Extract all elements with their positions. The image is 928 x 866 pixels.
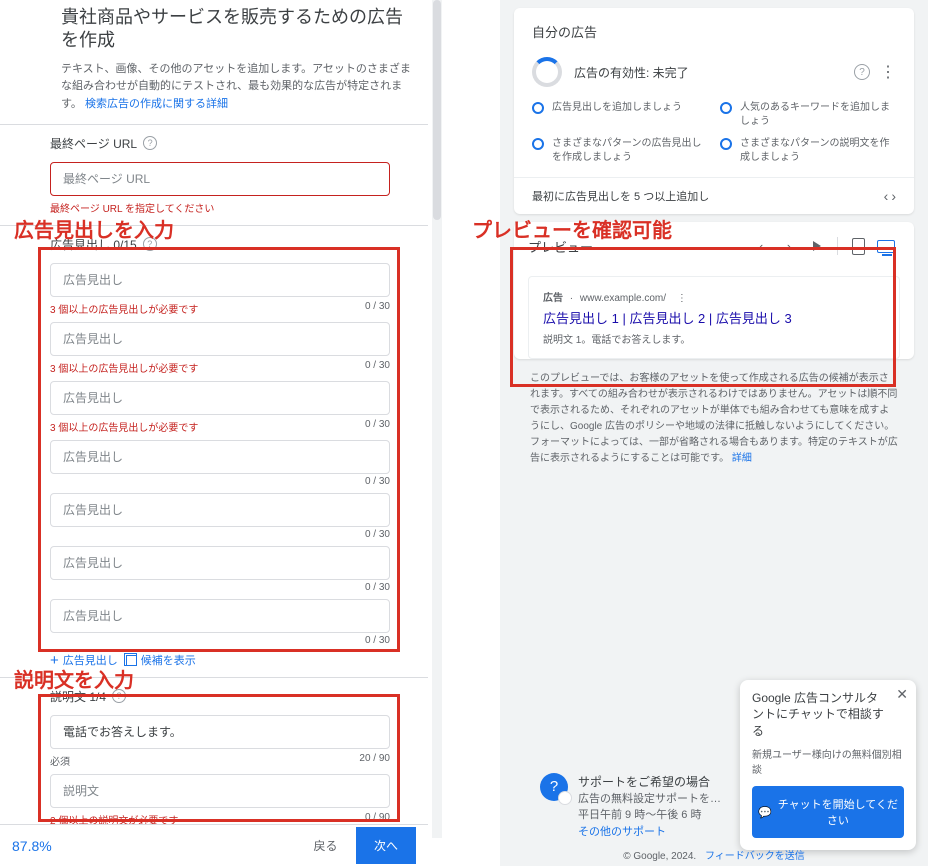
circle-icon xyxy=(532,102,544,114)
ad-strength-row: 広告の有効性: 未完了 ? ⋮ xyxy=(514,51,914,97)
right-panel: 自分の広告 広告の有効性: 未完了 ? ⋮ 広告見出しを追加しましょう 人気のあ… xyxy=(500,0,928,866)
scrollbar-track[interactable] xyxy=(432,0,442,838)
chat-bubble-icon: 💬 xyxy=(758,806,772,819)
more-icon[interactable]: ⋮ xyxy=(880,62,896,82)
final-url-input[interactable] xyxy=(50,162,390,196)
right-footer: © Google, 2024. フィードバックを送信 xyxy=(500,847,928,866)
annotation-box-preview xyxy=(510,247,896,387)
progress-text: 87.8% xyxy=(12,838,52,854)
help-icon[interactable]: ? xyxy=(143,136,157,150)
annotation-box-descriptions xyxy=(38,694,400,822)
circle-icon xyxy=(720,102,732,114)
check-item-2: 人気のあるキーワードを追加しましょう xyxy=(720,101,896,129)
check-item-3: さまざまなパターンの広告見出しを作成しましょう xyxy=(532,137,708,165)
learn-more-link[interactable]: 検索広告の作成に関する詳細 xyxy=(85,98,228,110)
final-url-label: 最終ページ URL xyxy=(50,135,137,152)
chat-badge-icon xyxy=(558,791,572,805)
support-question-icon[interactable]: ? xyxy=(540,773,568,801)
check-text-3: さまざまなパターンの広告見出しを作成しましょう xyxy=(552,137,708,165)
ad-strength-checks: 広告見出しを追加しましょう 人気のあるキーワードを追加しましょう さまざまなパタ… xyxy=(514,97,914,177)
support-block: ? サポートをご希望の場合 広告の無料設定サポートを… 平日午前 9 時〜午後 … xyxy=(540,773,721,841)
suggest-text: 最初に広告見出しを 5 つ以上追加し xyxy=(532,188,709,204)
final-url-label-row: 最終ページ URL ? xyxy=(50,135,412,152)
show-suggestions-button[interactable]: 候補を表示 xyxy=(126,652,196,668)
preview-note: このプレビューでは、お客様のアセットを使って作成される広告の候補が表示されます。… xyxy=(514,371,914,479)
preview-note-link[interactable]: 詳細 xyxy=(732,453,752,464)
gutter xyxy=(442,0,500,866)
annotation-descriptions: 説明文を入力 xyxy=(14,664,134,693)
scrollbar-thumb[interactable] xyxy=(433,0,441,220)
chat-button-label: チャットを開始してください xyxy=(778,796,898,828)
support-line-2: 平日午前 9 時〜午後 6 時 xyxy=(578,807,721,824)
close-icon[interactable]: ✕ xyxy=(896,686,908,703)
support-title: サポートをご希望の場合 xyxy=(578,773,721,791)
page-title: 貴社商品やサービスを販売するための広告を作成 xyxy=(61,6,412,53)
annotation-headlines: 広告見出しを入力 xyxy=(14,214,174,243)
ad-strength-label: 広告の有効性: 未完了 xyxy=(574,64,846,81)
chat-start-button[interactable]: 💬 チャットを開始してください xyxy=(752,786,904,838)
help-icon[interactable]: ? xyxy=(854,64,870,80)
suggest-row[interactable]: 最初に広告見出しを 5 つ以上追加し ‹ › xyxy=(514,177,914,214)
ad-card-header: 自分の広告 xyxy=(514,8,914,51)
check-text-1: 広告見出しを追加しましょう xyxy=(552,101,682,115)
page-description: テキスト、画像、その他のアセットを追加します。アセットのさまざまな組み合わせが自… xyxy=(61,61,412,114)
back-button[interactable]: 戻る xyxy=(300,829,352,862)
final-url-helper: 最終ページ URL を指定してください xyxy=(50,200,412,215)
chevron-right-icon[interactable]: › xyxy=(891,188,896,204)
copyright: © Google, 2024. xyxy=(623,851,696,862)
ad-strength-donut-icon xyxy=(532,57,562,87)
circle-icon xyxy=(720,138,732,150)
ad-strength-card: 自分の広告 広告の有効性: 未完了 ? ⋮ 広告見出しを追加しましょう 人気のあ… xyxy=(514,8,914,214)
heading-block: 貴社商品やサービスを販売するための広告を作成 テキスト、画像、その他のアセットを… xyxy=(0,6,428,124)
support-line-1: 広告の無料設定サポートを… xyxy=(578,791,721,808)
chat-popup-sub: 新規ユーザー様向けの無料個別相談 xyxy=(752,746,904,776)
annotation-preview: プレビューを確認可能 xyxy=(472,214,672,243)
check-item-1: 広告見出しを追加しましょう xyxy=(532,101,708,129)
footer-bar: 87.8% 戻る 次へ xyxy=(0,824,428,866)
annotation-box-headlines xyxy=(38,247,400,652)
chat-popup: ✕ Google 広告コンサルタントにチャットで相談する 新規ユーザー様向けの無… xyxy=(740,680,916,850)
next-button[interactable]: 次へ xyxy=(356,827,416,864)
support-link[interactable]: その他のサポート xyxy=(578,826,666,838)
footer-buttons: 戻る 次へ xyxy=(300,827,416,864)
suggest-chevrons: ‹ › xyxy=(884,188,896,204)
check-item-4: さまざまなパターンの説明文を作成しましょう xyxy=(720,137,896,165)
feedback-link[interactable]: フィードバックを送信 xyxy=(705,851,805,862)
final-url-section: 最終ページ URL ? 最終ページ URL を指定してください xyxy=(0,124,428,225)
chevron-left-icon[interactable]: ‹ xyxy=(884,188,889,204)
check-text-2: 人気のあるキーワードを追加しましょう xyxy=(740,101,896,129)
chat-popup-title: Google 広告コンサルタントにチャットで相談する xyxy=(752,690,904,740)
check-text-4: さまざまなパターンの説明文を作成しましょう xyxy=(740,137,896,165)
circle-icon xyxy=(532,138,544,150)
support-text: サポートをご希望の場合 広告の無料設定サポートを… 平日午前 9 時〜午後 6 … xyxy=(578,773,721,841)
